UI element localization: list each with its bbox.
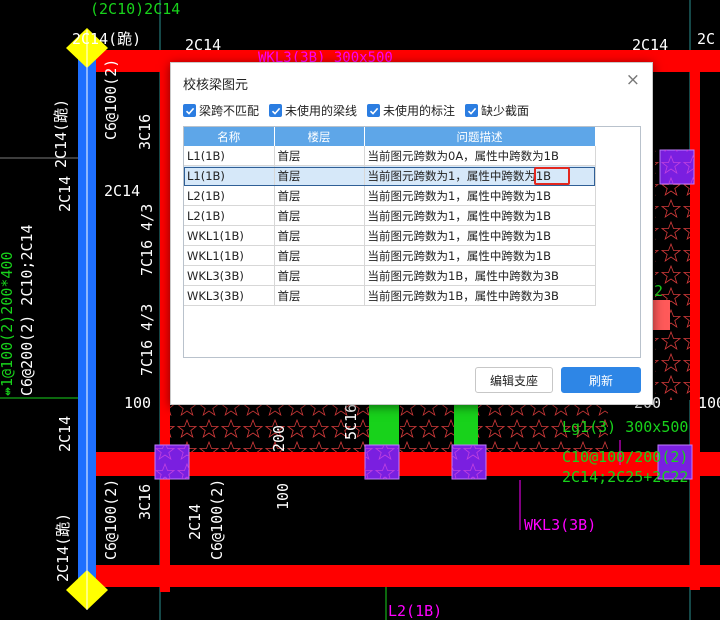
slab-hatch-right [400,400,455,452]
filter-missing-section[interactable]: 缺少截面 [465,102,529,119]
cell-desc: 当前图元跨数为0A，属性中跨数为1B [364,146,596,166]
cell-desc: 当前图元跨数为1B，属性中跨数为3B [364,285,596,306]
filter-unused-annotation[interactable]: 未使用的标注 [367,102,455,119]
filter-unused-beam-line[interactable]: 未使用的梁线 [269,102,357,119]
cell-floor: 首层 [274,146,365,166]
label-bot-c6: C6@100(2) [102,479,120,560]
edit-support-button[interactable]: 编辑支座 [475,367,553,393]
filter-label: 未使用的标注 [383,104,456,118]
label-col-7c16b: 7C16 4/3 [138,304,156,376]
label-col-7c16a: 7C16 4/3 [138,204,156,276]
label-left-v2: 2C14 [56,176,74,212]
filter-label: 缺少截面 [481,104,530,118]
label-top-left2: 2C14(跪) [72,30,141,48]
label-top-right2: 2C [697,30,715,48]
label-col-5c16: 5C16 [342,404,360,440]
filter-label: 未使用的梁线 [285,104,358,118]
filter-bar: 梁跨不匹配 未使用的梁线 未使用的标注 缺少截面 [183,102,529,119]
col-header-name[interactable]: 名称 [184,127,275,146]
table-row[interactable]: L1(1B) 首层 当前图元跨数为1，属性中跨数为1B [184,165,596,186]
label-r-lg1: Lg1(3) 300x500 [562,418,688,436]
cell-floor: 首层 [274,205,365,226]
label-r-c10: C10@100/200(2) [562,448,688,466]
cell-desc: 当前图元跨数为1，属性中跨数为1B [364,225,596,246]
table-row[interactable]: WKL3(3B) 首层 当前图元跨数为1B，属性中跨数为3B [184,265,596,286]
col-header-floor[interactable]: 楼层 [274,127,365,146]
slab-hatch-ur [655,150,690,400]
cell-name: WKL1(1B) [184,225,275,246]
label-bot-l2: L2(1B) [388,602,442,620]
cell-desc: 当前图元跨数为1，属性中跨数为1B [364,165,596,186]
label-top-right: 2C14 [632,36,668,54]
table-row[interactable]: L2(1B) 首层 当前图元跨数为1，属性中跨数为1B [184,185,596,206]
label-r-2c14: 2C14;2C25+2C22 [562,468,688,486]
label-left-v4: 2C14(跪) [54,513,72,582]
cell-name: WKL1(1B) [184,245,275,266]
cell-desc: 当前图元跨数为1，属性中跨数为1B [364,205,596,226]
label-bot-c6b: C6@100(2) [208,479,226,560]
label-left-v1: 2C14(跪) [52,99,70,168]
label-n100b: 100 [274,483,292,510]
cell-name: WKL3(3B) [184,285,275,306]
dialog-title: 校核梁图元 [183,78,249,93]
cell-desc: 当前图元跨数为1B，属性中跨数为3B [364,265,596,286]
close-icon[interactable]: × [626,70,640,90]
label-bot-3c16: 3C16 [136,484,154,520]
cell-floor: 首层 [274,185,365,206]
checkbox-checked-icon[interactable] [465,104,479,117]
cell-desc: 当前图元跨数为1，属性中跨数为1B [364,185,596,206]
table-row[interactable]: L1(1B) 首层 当前图元跨数为0A，属性中跨数为1B [184,146,596,166]
label-r-n100: 100 [698,394,720,412]
table-row[interactable]: L2(1B) 首层 当前图元跨数为1，属性中跨数为1B [184,205,596,226]
checkbox-checked-icon[interactable] [183,104,196,117]
label-left-big1: ↮1@100(2)200*400 [0,252,16,397]
label-col-3c16: 3C16 [136,114,154,150]
check-beam-dialog: 校核梁图元 × 梁跨不匹配 未使用的梁线 未使用的标注 缺少截面 名称 楼层 问… [170,62,653,405]
cell-name: WKL3(3B) [184,265,275,286]
cell-name: L1(1B) [184,165,275,186]
cell-name: L2(1B) [184,205,275,226]
slab-hatch [160,400,370,452]
label-top-mid: 2C14 [185,36,221,54]
cell-floor: 首层 [274,225,365,246]
label-left-big2: C6@200(2) 2C10;2C14 [18,224,36,396]
table-row[interactable]: WKL1(1B) 首层 当前图元跨数为1，属性中跨数为1B [184,245,596,266]
cell-floor: 首层 [274,285,365,306]
label-top-left: (2C10)2C14 [90,0,180,18]
table-row[interactable]: WKL3(3B) 首层 当前图元跨数为1B，属性中跨数为3B [184,285,596,306]
table-header: 名称 楼层 问题描述 [184,127,596,146]
table-row[interactable]: WKL1(1B) 首层 当前图元跨数为1，属性中跨数为1B [184,225,596,246]
checkbox-checked-icon[interactable] [269,104,283,117]
label-col-2c14: 2C14 [104,182,140,200]
filter-label: 梁跨不匹配 [199,104,260,118]
label-col-c6: C6@100(2) [102,59,120,140]
label-n100a: 100 [124,394,151,412]
checkbox-checked-icon[interactable] [367,104,381,117]
issue-table: 名称 楼层 问题描述 L1(1B) 首层 当前图元跨数为0A，属性中跨数为1B L1(… [183,126,641,358]
cell-floor: 首层 [274,165,365,186]
label-left-v3: 2C14 [56,416,74,452]
label-r-wkl: WKL3(3B) [524,516,596,534]
cell-name: L2(1B) [184,185,275,206]
cell-desc: 当前图元跨数为1，属性中跨数为1B [364,245,596,266]
cell-floor: 首层 [274,245,365,266]
cell-name: L1(1B) [184,146,275,166]
label-bot-2c14: 2C14 [186,504,204,540]
refresh-button[interactable]: 刷新 [561,367,641,393]
col-header-desc[interactable]: 问题描述 [364,127,596,146]
label-n200: 200 [270,425,288,452]
filter-span-mismatch[interactable]: 梁跨不匹配 [183,102,259,119]
cell-floor: 首层 [274,265,365,286]
label-r-2: 2 [654,282,663,300]
